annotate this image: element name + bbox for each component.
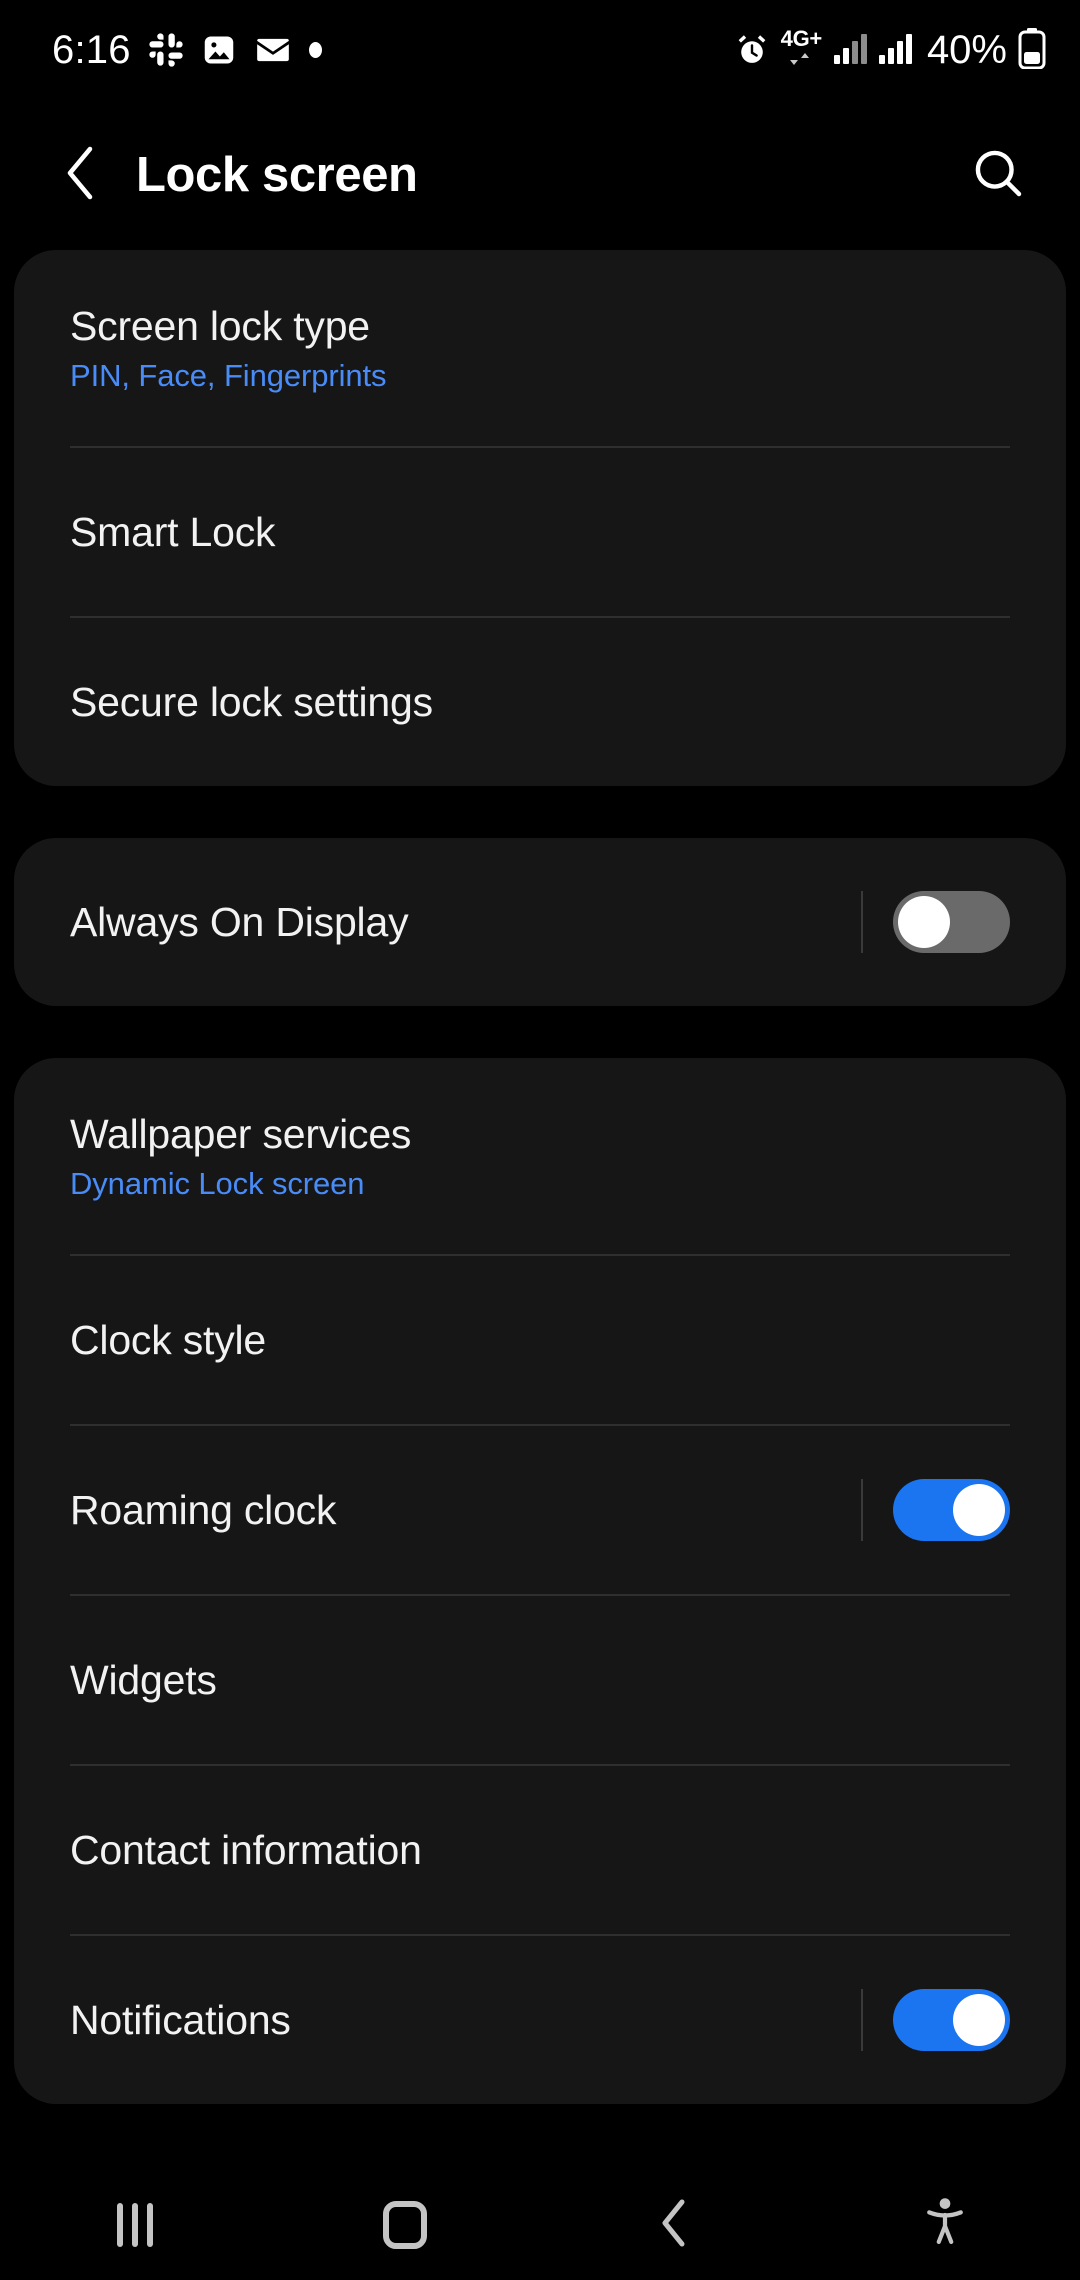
row-subtitle: Dynamic Lock screen (70, 1165, 365, 1201)
toggle-area (861, 1479, 1010, 1541)
status-clock: 6:16 (52, 28, 131, 72)
app-bar: Lock screen (0, 100, 1080, 250)
network-type-indicator: 4G+ (781, 28, 822, 72)
settings-list[interactable]: Screen lock type PIN, Face, Fingerprints… (0, 250, 1080, 2170)
home-icon (383, 2201, 427, 2249)
row-contact-information[interactable]: Contact information (14, 1766, 1066, 1934)
slack-icon (148, 32, 184, 68)
toggle-knob (953, 1484, 1005, 1536)
status-bar-left: 6:16 (52, 30, 322, 70)
toggle-separator (861, 1989, 863, 2051)
photos-icon (201, 32, 237, 68)
row-subtitle: PIN, Face, Fingerprints (70, 357, 387, 393)
recents-button[interactable] (0, 2170, 270, 2280)
back-button[interactable] (52, 145, 112, 205)
always-on-display-group: Always On Display (14, 838, 1066, 1006)
row-title: Secure lock settings (70, 678, 433, 725)
status-bar: 6:16 4G+ 40% (0, 0, 1080, 100)
row-title: Widgets (70, 1656, 217, 1703)
toggle-knob (898, 896, 950, 948)
mail-icon (254, 31, 292, 69)
chevron-left-icon (59, 144, 105, 207)
row-always-on-display[interactable]: Always On Display (14, 838, 1066, 1006)
status-bar-right: 4G+ 40% (734, 27, 1046, 74)
battery-icon (1018, 27, 1046, 74)
roaming-clock-toggle[interactable] (893, 1479, 1010, 1541)
accessibility-button[interactable] (810, 2170, 1080, 2280)
security-group: Screen lock type PIN, Face, Fingerprints… (14, 250, 1066, 786)
phone-screen: 6:16 4G+ 40% Lock screen Screen lock typ… (0, 0, 1080, 2280)
dot-icon (308, 42, 322, 58)
search-button[interactable] (962, 139, 1034, 211)
toggle-separator (861, 891, 863, 953)
back-nav-button[interactable] (540, 2170, 810, 2280)
search-icon (970, 145, 1026, 206)
row-title: Clock style (70, 1316, 267, 1363)
signal-bars-sim1-icon (833, 32, 867, 69)
toggle-area (861, 1989, 1010, 2051)
row-notifications[interactable]: Notifications (14, 1936, 1066, 2104)
row-title: Roaming clock (70, 1486, 337, 1533)
row-title: Wallpaper services (70, 1111, 412, 1158)
navigation-bar (0, 2170, 1080, 2280)
row-clock-style[interactable]: Clock style (14, 1256, 1066, 1424)
notifications-toggle[interactable] (893, 1989, 1010, 2051)
row-roaming-clock[interactable]: Roaming clock (14, 1426, 1066, 1594)
row-widgets[interactable]: Widgets (14, 1596, 1066, 1764)
row-title: Always On Display (70, 898, 409, 945)
row-title: Smart Lock (70, 508, 276, 555)
row-title: Screen lock type (70, 303, 370, 350)
battery-percent: 40% (926, 27, 1007, 72)
accessibility-icon (923, 2197, 967, 2254)
row-title: Notifications (70, 1996, 291, 2043)
appearance-group: Wallpaper services Dynamic Lock screen C… (14, 1058, 1066, 2104)
recents-icon (117, 2203, 153, 2247)
home-button[interactable] (270, 2170, 540, 2280)
row-title: Contact information (70, 1826, 422, 1873)
page-title: Lock screen (136, 148, 418, 202)
alarm-icon (734, 32, 770, 68)
down-up-arrows-icon (788, 50, 814, 72)
toggle-area (861, 891, 1010, 953)
row-smart-lock[interactable]: Smart Lock (14, 448, 1066, 616)
row-wallpaper-services[interactable]: Wallpaper services Dynamic Lock screen (14, 1058, 1066, 1254)
signal-bars-sim2-icon (878, 32, 912, 69)
row-screen-lock-type[interactable]: Screen lock type PIN, Face, Fingerprints (14, 250, 1066, 446)
toggle-separator (861, 1479, 863, 1541)
always-on-display-toggle[interactable] (893, 891, 1010, 953)
back-icon (658, 2198, 692, 2253)
row-secure-lock-settings[interactable]: Secure lock settings (14, 618, 1066, 786)
toggle-knob (953, 1994, 1005, 2046)
